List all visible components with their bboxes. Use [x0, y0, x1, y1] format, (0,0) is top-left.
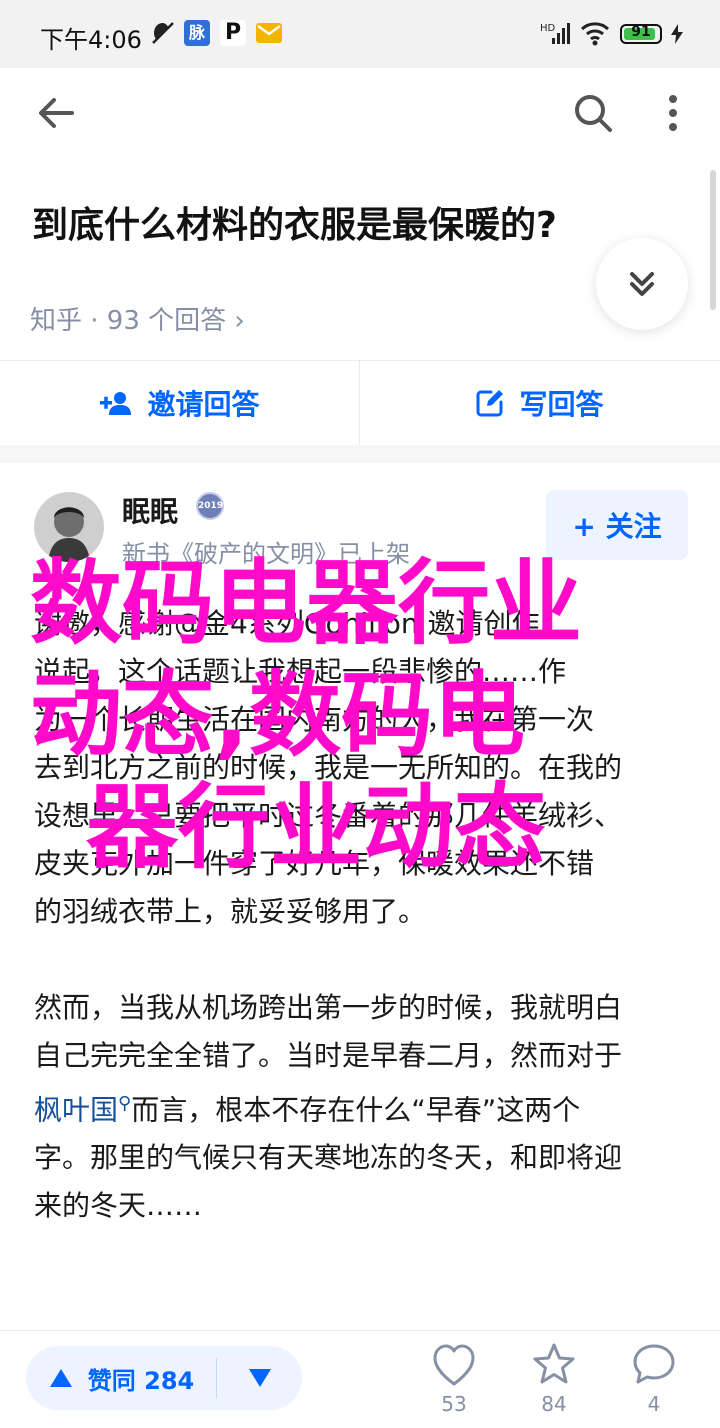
- back-button[interactable]: [32, 88, 82, 138]
- parking-app-icon: P: [220, 20, 246, 46]
- write-answer-label: 写回答: [519, 388, 604, 421]
- comment-button[interactable]: 4: [614, 1340, 694, 1420]
- triangle-up-icon: [49, 1369, 72, 1387]
- comment-count: 4: [647, 1392, 661, 1416]
- answer-line: 说起，这个话题让我想起一段悲惨的……作: [34, 655, 567, 688]
- star-count: 84: [541, 1392, 567, 1416]
- more-button[interactable]: [648, 88, 698, 138]
- arrow-left-icon: [39, 98, 74, 128]
- svg-text:HD: HD: [540, 23, 556, 34]
- signal-icon: HD: [540, 20, 572, 46]
- answer-line: 的羽绒衣带上，就妥妥够用了。: [34, 895, 427, 928]
- answer-line: 枫叶国⚲而言，根本不存在什么“早春”这两个: [34, 1080, 690, 1134]
- upvote-button[interactable]: 赞同 284: [26, 1346, 216, 1410]
- battery-percent: 91: [631, 24, 651, 40]
- invite-answer-label: 邀请回答: [147, 388, 260, 421]
- author-avatar[interactable]: [34, 492, 104, 562]
- triangle-down-icon: [249, 1369, 271, 1387]
- do-not-disturb-icon: [150, 20, 176, 46]
- section-gap: [0, 445, 720, 463]
- status-bar: 下午4:06 脉 P HD 91: [0, 0, 720, 68]
- battery-indicator: 91: [620, 24, 662, 44]
- answer-line: 自己完完全全错了。当时是早春二月，然而对于: [34, 1039, 623, 1072]
- author-bio: 新书《破产的文明》已上架: [122, 540, 410, 568]
- expand-question-button[interactable]: [596, 238, 688, 330]
- answer-paragraph: 然而，当我从机场跨出第一步的时候，我就明白 自己完完全全错了。当时是早春二月，然…: [34, 984, 690, 1230]
- upvote-label: 赞同 284: [87, 1366, 195, 1395]
- more-vertical-icon: [669, 95, 677, 131]
- downvote-button[interactable]: [222, 1346, 298, 1410]
- question-action-row: 邀请回答 写回答: [0, 360, 720, 446]
- answer-line: 来的冬天……: [34, 1189, 203, 1223]
- answer-line: 字。那里的气候只有天寒地冻的冬天，和即将迎: [34, 1141, 623, 1175]
- vote-divider: [216, 1358, 217, 1398]
- invite-answer-button[interactable]: 邀请回答: [0, 361, 359, 445]
- edit-icon: [476, 390, 504, 417]
- question-title[interactable]: 到底什么材料的衣服是最保暖的?: [32, 196, 632, 248]
- author-badge: 2019: [196, 492, 224, 520]
- write-answer-button[interactable]: 写回答: [360, 361, 719, 445]
- answer-line: 为一个长期生活在国内南方的人，我在第一次: [34, 703, 595, 736]
- answer-line: 去到北方之前的时候，我是一无所知的。在我的: [34, 751, 623, 784]
- maple-leaf-country-link[interactable]: 枫叶国: [34, 1093, 118, 1126]
- heart-icon: [433, 1344, 475, 1386]
- like-count: 53: [441, 1392, 467, 1416]
- scrollbar-thumb[interactable]: [710, 170, 716, 310]
- answer-line: 然而，当我从机场跨出第一步的时候，我就明白: [34, 991, 623, 1024]
- comment-icon: [633, 1344, 675, 1384]
- status-time: 下午4:06: [40, 26, 142, 54]
- answer-line-text: 而言，根本不存在什么“早春”这两个: [131, 1093, 581, 1127]
- author-name[interactable]: 眠眠: [122, 490, 178, 530]
- follow-button[interactable]: + 关注: [546, 490, 688, 560]
- answer-line: 皮夹克外加一件穿了好几年，保暖效果还不错: [34, 847, 595, 880]
- star-icon: [533, 1343, 575, 1384]
- answer-paragraph: 谢邀，感谢@金4系列Gohilion 邀请创作 说起，这个话题让我想起一段悲惨的…: [34, 600, 690, 936]
- add-person-icon: [100, 392, 132, 415]
- mail-icon: [255, 20, 283, 46]
- pulse-app-icon: 脉: [184, 20, 210, 46]
- nav-bar: [0, 68, 720, 160]
- question-meta-link[interactable]: 知乎 · 93 个回答 ›: [30, 300, 245, 337]
- chevron-double-down-icon: [630, 272, 654, 296]
- charging-icon: [670, 24, 684, 44]
- wifi-icon: [580, 20, 610, 46]
- answer-line: 谢邀，感谢@金4系列Gohilion 邀请创作: [34, 607, 540, 640]
- like-button[interactable]: 53: [414, 1340, 494, 1420]
- search-icon: [575, 95, 612, 132]
- favorite-button[interactable]: 84: [514, 1340, 594, 1420]
- search-button[interactable]: [568, 88, 618, 138]
- search-link-icon: ⚲: [118, 1093, 132, 1114]
- answer-line: 设想里，只要把平时过冬番着的那几件羊绒衫、: [34, 799, 623, 832]
- answer-body: 谢邀，感谢@金4系列Gohilion 邀请创作 说起，这个话题让我想起一段悲惨的…: [34, 600, 690, 1278]
